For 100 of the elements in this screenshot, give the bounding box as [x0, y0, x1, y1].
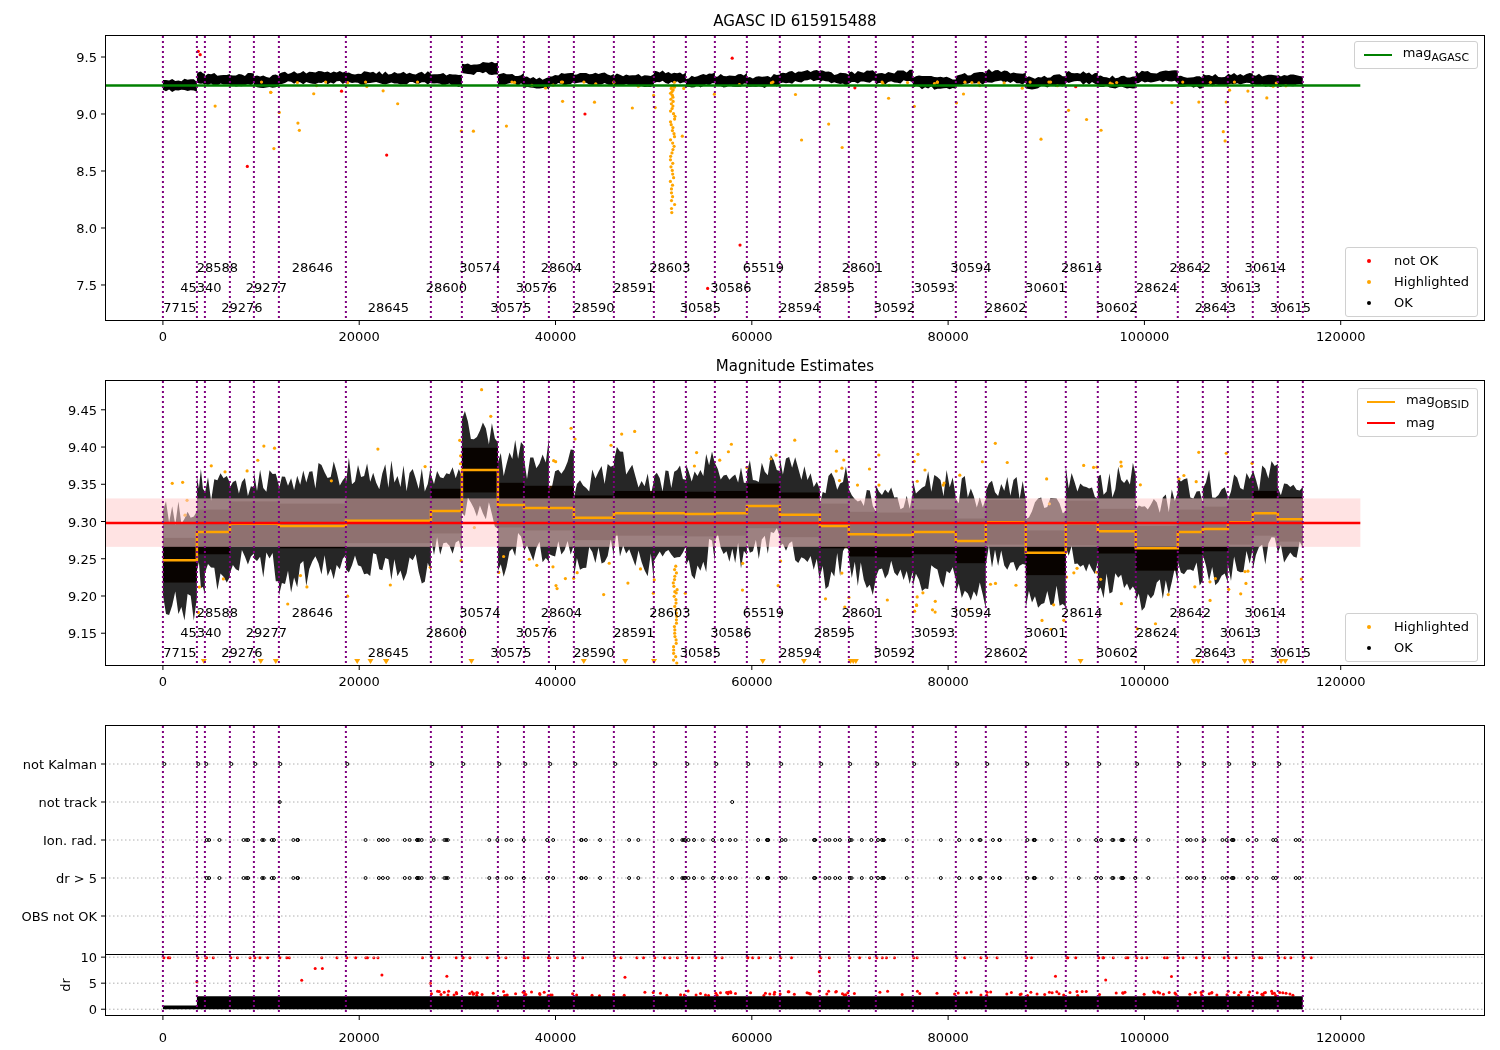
obsid-label: 28601	[841, 605, 883, 620]
obsid-label: 28614	[1061, 605, 1103, 620]
obsid-label: 45340	[180, 625, 222, 640]
obsid-label: 28643	[1194, 645, 1236, 660]
obsid-label: 30592	[873, 300, 915, 315]
flag-label: dr > 5	[55, 871, 97, 886]
obsid-label: 30574	[459, 605, 501, 620]
obsid-label: 30586	[710, 280, 752, 295]
obsid-label: 28590	[573, 300, 615, 315]
obsid-label: 30592	[873, 645, 915, 660]
obsid-label: 28588	[196, 260, 239, 275]
x-tick-label: 80000	[927, 1030, 969, 1045]
obsid-label: 28604	[540, 605, 583, 620]
obsid-label: 28595	[813, 625, 855, 640]
obsid-label: 28603	[649, 260, 691, 275]
obsid-label: 7715	[163, 645, 197, 660]
obsid-label: 29276	[221, 645, 263, 660]
x-tick-label: 80000	[927, 329, 969, 344]
x-tick-label: 100000	[1119, 329, 1170, 344]
obsid-label: 30613	[1219, 280, 1261, 295]
legend-label: Highlighted	[1394, 618, 1469, 636]
obsid-label: 28594	[779, 645, 821, 660]
legend-label: OK	[1394, 294, 1413, 312]
obsid-label: 30593	[913, 625, 955, 640]
x-tick-label: 40000	[534, 674, 577, 689]
y-tick-label: 8.0	[76, 221, 97, 236]
obsid-label: 45340	[180, 280, 222, 295]
y-tick-label: 10	[80, 950, 97, 966]
obsid-label: 28595	[813, 280, 855, 295]
x-tick-label: 120000	[1315, 329, 1366, 344]
obsid-label: 30576	[515, 280, 558, 295]
axis-label: dr	[58, 978, 73, 992]
flag-label: OBS not OK	[21, 909, 97, 924]
obsid-label: 28624	[1136, 280, 1178, 295]
obsid-label: 28602	[985, 645, 1027, 660]
x-tick-label: 0	[158, 329, 168, 344]
x-tick-label: 20000	[338, 674, 380, 689]
obsid-label: 28642	[1169, 605, 1211, 620]
x-tick-label: 0	[158, 674, 168, 689]
legend-label: mag$_{AGASC}$	[1402, 43, 1469, 66]
obsid-label: 28588	[196, 605, 239, 620]
y-tick-label: 9.35	[68, 477, 97, 493]
flag-label: not track	[38, 795, 97, 810]
obsid-label: 28646	[291, 260, 334, 275]
x-tick-label: 100000	[1119, 1030, 1170, 1045]
obsid-label: 30594	[950, 260, 992, 275]
obsid-label: 29276	[221, 300, 263, 315]
obsid-label: 30602	[1096, 300, 1138, 315]
obsid-label: 30613	[1219, 625, 1261, 640]
y-tick-label: 9.25	[68, 551, 97, 567]
legend-label: Highlighted	[1394, 273, 1469, 291]
obsid-label: 30614	[1244, 605, 1286, 620]
obsid-label: 30574	[459, 260, 501, 275]
flag-label: not Kalman	[22, 757, 97, 772]
chart-title: Magnitude Estimates	[715, 357, 875, 375]
obsid-label: 30594	[950, 605, 992, 620]
obsid-label: 28590	[573, 645, 615, 660]
obsid-label: 28646	[291, 605, 334, 620]
obsid-label: 28591	[613, 625, 655, 640]
legend-label: OK	[1394, 639, 1413, 657]
obsid-label: 7715	[163, 300, 197, 315]
obsid-label: 65519	[742, 260, 785, 275]
x-tick-label: 60000	[731, 1030, 773, 1045]
y-tick-label: 9.5	[76, 50, 97, 65]
x-tick-label: 120000	[1315, 674, 1366, 689]
obsid-label: 30593	[913, 280, 955, 295]
obsid-label: 30602	[1096, 645, 1138, 660]
x-tick-label: 20000	[338, 1030, 380, 1045]
obsid-label: 28591	[613, 280, 655, 295]
obsid-label: 30614	[1244, 260, 1286, 275]
obsid-label: 30576	[515, 625, 558, 640]
y-tick-label: 7.5	[76, 278, 97, 293]
obsid-label: 28645	[367, 300, 410, 315]
obsid-label: 28594	[779, 300, 821, 315]
obsid-label: 28645	[367, 645, 410, 660]
obsid-label: 30615	[1269, 300, 1311, 315]
obsid-label: 30585	[679, 645, 722, 660]
obsid-label: 29277	[245, 625, 288, 640]
x-tick-label: 40000	[534, 329, 577, 344]
obsid-label: 30615	[1269, 645, 1311, 660]
obsid-label: 30601	[1025, 280, 1067, 295]
y-tick-label: 5	[88, 976, 97, 992]
obsid-label: 28601	[841, 260, 883, 275]
x-tick-label: 60000	[731, 674, 773, 689]
obsid-label: 28600	[425, 280, 468, 295]
flag-label: Ion. rad.	[43, 833, 97, 848]
y-tick-label: 9.30	[68, 514, 97, 530]
legend-label: mag$_{OBSID}$	[1405, 390, 1469, 413]
obsid-label: 30585	[679, 300, 722, 315]
obsid-label: 28604	[540, 260, 583, 275]
obsid-label: 30575	[490, 645, 532, 660]
y-tick-label: 9.0	[76, 107, 97, 122]
y-tick-label: 9.15	[68, 626, 97, 642]
x-tick-label: 40000	[534, 1030, 577, 1045]
y-tick-label: 9.45	[68, 402, 97, 418]
y-tick-label: 9.20	[68, 589, 97, 604]
obsid-label: 30586	[710, 625, 752, 640]
obsid-label: 28602	[985, 300, 1027, 315]
obsid-label: 28624	[1136, 625, 1178, 640]
chart-title: AGASC ID 615915488	[713, 12, 877, 30]
